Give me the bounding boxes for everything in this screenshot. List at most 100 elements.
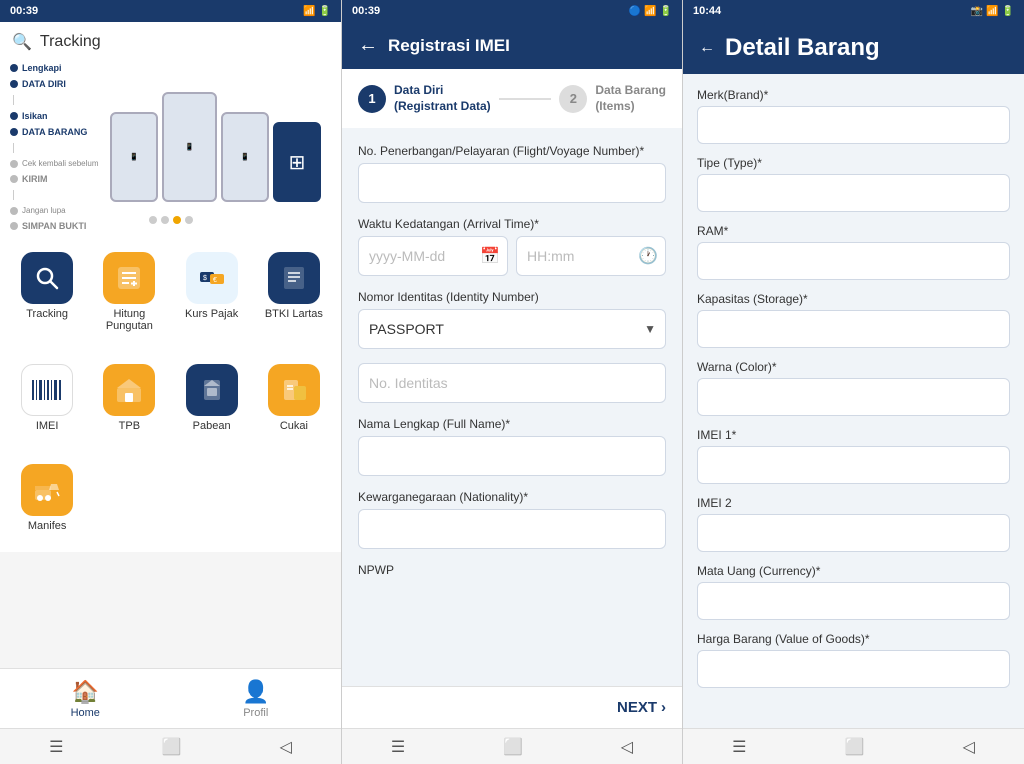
home-button-2[interactable]: ⬜ bbox=[503, 737, 523, 757]
menu-hitung[interactable]: Hitung Pungutan bbox=[90, 244, 168, 340]
form-group-identity-number bbox=[358, 363, 666, 403]
time-2: 00:39 bbox=[352, 5, 380, 17]
menu-kurs[interactable]: $ € Kurs Pajak bbox=[173, 244, 251, 340]
menu-btki-label: BTKI Lartas bbox=[265, 308, 323, 320]
menu-row-2: IMEI TPB Pabean bbox=[0, 352, 341, 452]
menu-cukai-label: Cukai bbox=[280, 420, 308, 432]
step-1-line2: (Registrant Data) bbox=[394, 99, 491, 115]
back-button-2[interactable]: ◁ bbox=[621, 737, 633, 757]
btki-icon bbox=[268, 252, 320, 304]
field-currency: Mata Uang (Currency)* bbox=[697, 564, 1010, 620]
status-bar-3: 10:44 📸 📶 🔋 bbox=[683, 0, 1024, 22]
back-button-3[interactable]: ◁ bbox=[963, 737, 975, 757]
step-1-circle: 1 bbox=[358, 85, 386, 113]
menu-pabean-label: Pabean bbox=[193, 420, 231, 432]
storage-input[interactable] bbox=[697, 310, 1010, 348]
calendar-icon[interactable]: 📅 bbox=[480, 246, 500, 266]
form-content: No. Penerbangan/Pelayaran (Flight/Voyage… bbox=[342, 128, 682, 686]
status-icons-1: 📶 🔋 bbox=[303, 6, 331, 17]
menu-button-2[interactable]: ☰ bbox=[391, 737, 405, 757]
form-group-flight: No. Penerbangan/Pelayaran (Flight/Voyage… bbox=[358, 144, 666, 203]
back-arrow-2[interactable]: ← bbox=[358, 34, 378, 57]
status-icons-2: 🔵 📶 🔋 bbox=[629, 6, 672, 17]
nav-home[interactable]: 🏠 Home bbox=[0, 669, 171, 728]
type-label: Tipe (Type)* bbox=[697, 156, 1010, 170]
search-bar: 🔍 bbox=[0, 22, 341, 62]
menu-row-3: Manifes bbox=[0, 452, 341, 552]
nav-home-label: Home bbox=[71, 707, 100, 719]
menu-manifes-label: Manifes bbox=[28, 520, 67, 532]
step-2-line2: (Items) bbox=[595, 99, 666, 115]
panel3-header: ← Detail Barang bbox=[683, 22, 1024, 74]
field-type: Tipe (Type)* bbox=[697, 156, 1010, 212]
menu-pabean[interactable]: Pabean bbox=[173, 356, 251, 440]
field-imei1: IMEI 1* bbox=[697, 428, 1010, 484]
home-button-3[interactable]: ⬜ bbox=[845, 737, 865, 757]
sys-nav-2: ☰ ⬜ ◁ bbox=[342, 728, 682, 764]
clock-icon[interactable]: 🕐 bbox=[638, 246, 658, 266]
profil-icon: 👤 bbox=[242, 679, 269, 705]
panel3-title: Detail Barang bbox=[725, 34, 880, 62]
svg-text:€: € bbox=[213, 277, 217, 284]
form-group-identity: Nomor Identitas (Identity Number) PASSPO… bbox=[358, 290, 666, 349]
home-button[interactable]: ⬜ bbox=[162, 737, 182, 757]
panel2-title: Registrasi IMEI bbox=[388, 36, 510, 56]
search-input[interactable] bbox=[40, 33, 329, 51]
price-input[interactable] bbox=[697, 650, 1010, 688]
nav-profil-label: Profil bbox=[243, 707, 268, 719]
menu-button[interactable]: ☰ bbox=[49, 737, 63, 757]
panel2-header: ← Registrasi IMEI bbox=[342, 22, 682, 69]
carousel-dots bbox=[149, 216, 193, 224]
menu-manifes[interactable]: Manifes bbox=[8, 456, 86, 540]
step-2-line1: Data Barang bbox=[595, 83, 666, 99]
step-1: Lengkapi bbox=[10, 63, 110, 73]
nav-profil[interactable]: 👤 Profil bbox=[171, 669, 342, 728]
ram-label: RAM* bbox=[697, 224, 1010, 238]
svg-text:$: $ bbox=[203, 275, 207, 282]
next-button[interactable]: NEXT › bbox=[617, 699, 666, 716]
menu-kurs-label: Kurs Pajak bbox=[185, 308, 238, 320]
identity-label: Nomor Identitas (Identity Number) bbox=[358, 290, 666, 304]
npwp-label: NPWP bbox=[358, 563, 666, 577]
banner-steps: Lengkapi DATA DIRI Isikan DATA BARANG Ce… bbox=[10, 63, 110, 231]
field-brand: Merk(Brand)* bbox=[697, 88, 1010, 144]
field-storage: Kapasitas (Storage)* bbox=[697, 292, 1010, 348]
status-icons-3: 📸 📶 🔋 bbox=[971, 6, 1014, 17]
type-input[interactable] bbox=[697, 174, 1010, 212]
menu-tpb[interactable]: TPB bbox=[90, 356, 168, 440]
back-arrow-3[interactable]: ← bbox=[699, 39, 715, 57]
ram-input[interactable] bbox=[697, 242, 1010, 280]
cukai-icon bbox=[268, 364, 320, 416]
menu-tracking-label: Tracking bbox=[26, 308, 68, 320]
form-group-arrival: Waktu Kedatangan (Arrival Time)* 📅 🕐 bbox=[358, 217, 666, 276]
currency-input[interactable] bbox=[697, 582, 1010, 620]
manifes-icon bbox=[21, 464, 73, 516]
identity-type-select[interactable]: PASSPORT KTP bbox=[358, 309, 666, 349]
menu-btki[interactable]: BTKI Lartas bbox=[255, 244, 333, 340]
step-1-line1: Data Diri bbox=[394, 83, 491, 99]
color-input[interactable] bbox=[697, 378, 1010, 416]
nationality-input[interactable] bbox=[358, 509, 666, 549]
field-price: Harga Barang (Value of Goods)* bbox=[697, 632, 1010, 688]
search-icon: 🔍 bbox=[12, 32, 32, 52]
time-3: 10:44 bbox=[693, 5, 721, 17]
imei1-label: IMEI 1* bbox=[697, 428, 1010, 442]
field-color: Warna (Color)* bbox=[697, 360, 1010, 416]
banner: Lengkapi DATA DIRI Isikan DATA BARANG Ce… bbox=[0, 62, 341, 232]
steps-bar: 1 Data Diri (Registrant Data) 2 Data Bar… bbox=[342, 69, 682, 128]
field-imei2: IMEI 2 bbox=[697, 496, 1010, 552]
fullname-input[interactable] bbox=[358, 436, 666, 476]
menu-imei[interactable]: IMEI bbox=[8, 356, 86, 440]
imei2-input[interactable] bbox=[697, 514, 1010, 552]
back-button[interactable]: ◁ bbox=[280, 737, 292, 757]
status-bar-2: 00:39 🔵 📶 🔋 bbox=[342, 0, 682, 22]
menu-cukai[interactable]: Cukai bbox=[255, 356, 333, 440]
menu-imei-label: IMEI bbox=[36, 420, 59, 432]
menu-hitung-label: Hitung Pungutan bbox=[94, 308, 164, 332]
identity-number-input[interactable] bbox=[358, 363, 666, 403]
flight-input[interactable] bbox=[358, 163, 666, 203]
menu-button-3[interactable]: ☰ bbox=[732, 737, 746, 757]
brand-input[interactable] bbox=[697, 106, 1010, 144]
imei1-input[interactable] bbox=[697, 446, 1010, 484]
menu-tracking[interactable]: Tracking bbox=[8, 244, 86, 340]
